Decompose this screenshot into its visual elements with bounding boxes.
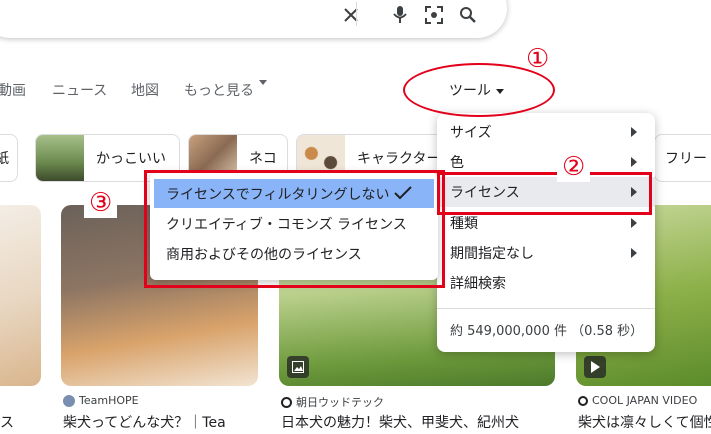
chip-label: フリー <box>665 151 707 167</box>
result-title[interactable]: ス <box>0 412 40 432</box>
chevron-right-icon <box>631 127 637 137</box>
chip-label: キャラクター <box>357 151 441 167</box>
annotation-box-license-options <box>144 170 445 288</box>
site-favicon-icon <box>63 394 75 407</box>
menu-item-size[interactable]: サイズ <box>437 117 655 147</box>
image-result[interactable] <box>0 205 41 386</box>
annotation-number-1: ① <box>526 44 550 74</box>
play-icon <box>584 356 606 378</box>
chip-label: かっこいい <box>96 151 166 167</box>
chip-label: 紙 <box>0 148 17 168</box>
chip-free[interactable]: フリー <box>654 134 711 182</box>
microphone-icon[interactable] <box>386 0 414 30</box>
site-favicon-icon <box>578 395 588 406</box>
result-source: COOL JAPAN VIDEO <box>578 394 697 407</box>
result-source: TeamHOPE <box>63 394 139 407</box>
search-bar[interactable] <box>0 0 507 38</box>
tab-videos[interactable]: 動画 <box>0 80 26 100</box>
annotation-box-license <box>437 172 652 215</box>
result-count: 約 549,000,000 件 （0.58 秒） <box>450 324 644 339</box>
search-icon[interactable] <box>454 0 482 30</box>
result-title[interactable]: 日本犬の魅力！柴犬、甲斐犬、紀州犬 <box>281 412 555 432</box>
chevron-down-icon <box>259 80 267 85</box>
tools-menu: サイズ 色 ライセンス 種類 期間指定なし 詳細検索 約 549,000,000… <box>437 113 655 352</box>
result-title[interactable]: 柴犬は凛々しくて個性 <box>578 412 711 432</box>
tab-more[interactable]: もっと見る <box>184 80 267 100</box>
menu-item-advanced-search[interactable]: 詳細検索 <box>437 268 655 298</box>
clear-icon[interactable] <box>337 0 365 30</box>
chip-paper[interactable]: 紙 <box>0 134 18 182</box>
camera-lens-icon[interactable] <box>420 0 448 30</box>
annotation-number-2: ② <box>557 152 591 182</box>
tab-maps[interactable]: 地図 <box>131 80 159 100</box>
result-source: 朝日ウッドテック <box>281 394 384 410</box>
image-icon <box>287 356 309 378</box>
menu-divider <box>437 308 655 309</box>
chevron-right-icon <box>631 218 637 228</box>
chevron-right-icon <box>631 248 637 258</box>
chevron-right-icon <box>631 157 637 167</box>
annotation-number-3: ③ <box>84 188 118 218</box>
result-title[interactable]: 柴犬ってどんな犬？｜Tea <box>63 412 258 432</box>
menu-item-time[interactable]: 期間指定なし <box>437 238 655 268</box>
site-favicon-icon <box>281 396 292 408</box>
chip-thumbnail <box>36 135 84 181</box>
chip-label: ネコ <box>249 151 277 167</box>
search-bar-divider <box>356 2 357 26</box>
tab-news[interactable]: ニュース <box>52 80 107 100</box>
